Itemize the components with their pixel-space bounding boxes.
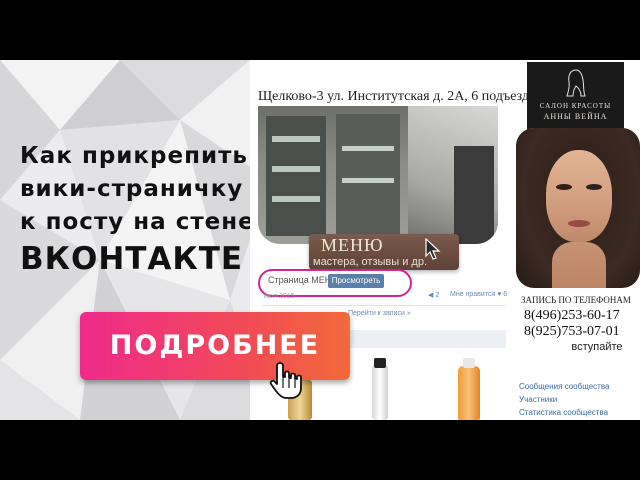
post-divider [262,305,506,306]
salon-logo-line-1: САЛОН КРАСОТЫ [539,102,612,110]
likes-label: Мне нравится [450,291,496,298]
salon-logo-line-2: АННЫ ВЕЙНА [543,112,608,121]
salon-model-portrait [516,128,640,288]
product-bottle [372,365,388,420]
phone-number-1[interactable]: 8(496)253-60-17 [524,308,620,324]
phone-number-2[interactable]: 8(925)753-07-01 [524,324,620,340]
salon-logo: САЛОН КРАСОТЫ АННЫ ВЕЙНА [527,62,624,130]
woman-silhouette-icon [566,69,586,97]
product-bottle-cap [463,358,475,368]
headline: Как прикрепить вики-страничку к посту на… [20,140,260,279]
like-button[interactable]: Мне нравится ♥ 6 [450,291,507,298]
repost-count: 2 [435,292,440,299]
headline-line-4: ВКОНТАКТЕ [20,241,244,277]
video-frame: Как прикрепить вики-страничку к посту на… [0,0,640,480]
menu-title: МЕНЮ [321,235,384,255]
phone-label: ЗАПИСЬ ПО ТЕЛЕФОНАМ [521,295,631,305]
sidebar-link-members[interactable]: Участники [519,395,557,404]
goto-post-link[interactable]: Перейти к записи » [348,310,411,317]
post-date: июл 2015 [264,293,295,300]
menu-subtitle: мастера, отзывы и др. [313,256,428,268]
arrow-cursor-icon [425,238,441,260]
likes-count: 6 [503,291,508,298]
more-button[interactable]: ПОДРОБНЕЕ [80,312,350,380]
hand-pointer-icon [269,362,302,399]
sidebar-link-messages[interactable]: Сообщения сообщества [519,382,609,391]
repost-counter[interactable]: ◀ 2 [428,291,439,299]
menu-banner-button[interactable]: МЕНЮ мастера, отзывы и др. [309,234,459,270]
headline-line-2: вики-страничку [20,176,244,202]
salon-photo [258,106,498,244]
headline-line-3: к посту на стене [20,209,255,235]
view-button[interactable]: Просмотреть [328,274,384,288]
post-address: Щелково-3 ул. Институтская д. 2А, 6 подъ… [258,89,530,104]
sidebar-link-statistics[interactable]: Статистика сообщества [519,408,608,417]
product-bottle-cap [374,358,386,368]
join-button[interactable]: вступайте [565,341,629,355]
product-bottle [458,366,480,420]
headline-line-1: Как прикрепить [20,143,248,169]
thumbnail-area: Как прикрепить вики-страничку к посту на… [0,60,640,420]
